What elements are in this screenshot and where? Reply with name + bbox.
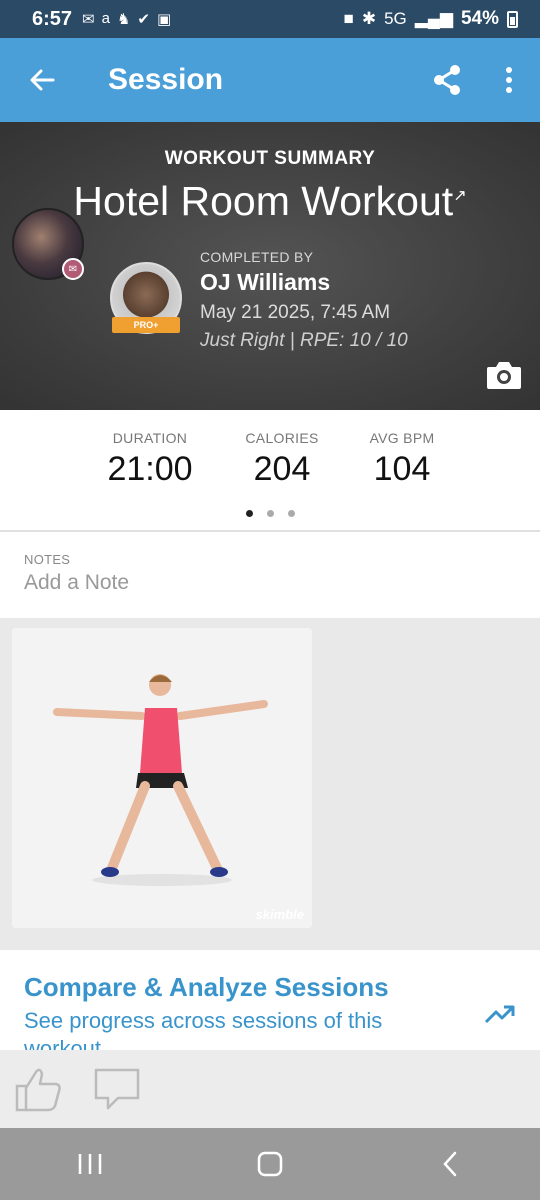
app-bar: Session	[0, 38, 540, 122]
stat-value: 204	[253, 450, 311, 488]
workout-gallery: skimble	[0, 618, 540, 950]
stat-value: 21:00	[107, 450, 193, 488]
page-dot	[287, 510, 295, 517]
social-action-bar	[0, 1050, 540, 1128]
stat-avg-bpm: AVG BPM 104	[352, 430, 452, 489]
steps-icon: ♞	[116, 11, 131, 28]
exercise-photo[interactable]: skimble	[12, 628, 312, 928]
stat-duration: DURATION 21:00	[100, 430, 200, 489]
stat-calories: CALORIES 204	[232, 430, 332, 489]
page-dot	[266, 510, 274, 517]
pro-badge: PRO+	[112, 317, 180, 333]
signal-icon: ▂▄▆	[414, 9, 453, 28]
share-button[interactable]	[416, 38, 478, 122]
outlook-icon: ✉	[82, 11, 95, 28]
thumbs-up-icon	[15, 1068, 61, 1112]
status-bar: 6:57 ✉ a ♞ ✔ ▣ ■ ✱ 5G ▂▄▆ 54%	[0, 0, 540, 38]
recent-apps-button[interactable]	[40, 1128, 140, 1200]
add-photo-button[interactable]	[486, 360, 522, 390]
workout-title-link[interactable]: Hotel Room Workout↗	[0, 178, 540, 225]
image-icon: ▣	[156, 11, 172, 28]
battery-icon	[507, 10, 518, 28]
lock-icon: ■	[343, 9, 354, 28]
user-name[interactable]: OJ Williams	[200, 269, 408, 296]
session-stats[interactable]: DURATION 21:00 CALORIES 204 AVG BPM 104	[0, 410, 540, 530]
exercise-figure-illustration	[12, 628, 312, 928]
arrow-left-icon	[30, 69, 55, 91]
rpe-rating: Just Right | RPE: 10 / 10	[200, 330, 408, 351]
like-button[interactable]	[14, 1064, 64, 1114]
skimble-watermark: skimble	[255, 907, 304, 922]
comment-button[interactable]	[92, 1064, 142, 1114]
trending-up-icon	[484, 1005, 515, 1024]
system-back-button[interactable]	[400, 1128, 500, 1200]
compare-subtitle: See progress across sessions of this wor…	[24, 1008, 383, 1050]
notes-label: NOTES	[24, 552, 71, 567]
chevron-left-icon	[443, 1151, 457, 1177]
completed-by-label: COMPLETED BY	[200, 249, 314, 265]
completed-date: May 21 2025, 7:45 AM	[200, 302, 391, 323]
bluetooth-icon: ✱	[361, 9, 377, 28]
compare-title: Compare & Analyze Sessions	[24, 972, 389, 1002]
back-button[interactable]	[0, 38, 84, 122]
system-nav-bar	[0, 1128, 540, 1200]
home-button[interactable]	[220, 1128, 320, 1200]
stat-label: AVG BPM	[369, 430, 435, 446]
page-dot	[245, 510, 253, 517]
stat-label: CALORIES	[245, 430, 319, 446]
comment-icon	[94, 1068, 140, 1110]
stat-label: DURATION	[112, 430, 188, 446]
stat-value: 104	[373, 450, 431, 488]
recent-apps-icon	[78, 1154, 102, 1174]
network-label: 5G	[384, 9, 407, 28]
share-icon	[434, 65, 460, 95]
page-title: Session	[108, 63, 224, 96]
workout-summary-header: WORKOUT SUMMARY Hotel Room Workout↗ ✉ PR…	[0, 122, 540, 410]
external-link-icon: ↗	[453, 187, 467, 205]
accessibility-text-icon: a	[101, 10, 110, 27]
home-icon	[257, 1151, 283, 1177]
more-vertical-icon	[506, 67, 512, 93]
message-badge-icon: ✉	[62, 258, 84, 280]
completed-by-block: COMPLETED BY OJ Williams May 21 2025, 7:…	[200, 249, 408, 352]
notes-section: NOTES Add a Note	[0, 532, 540, 618]
battery-percent: 54%	[460, 8, 499, 29]
camera-icon	[487, 362, 521, 389]
workout-title: Hotel Room Workout	[73, 178, 454, 224]
workout-summary-label: WORKOUT SUMMARY	[164, 148, 376, 169]
compare-sessions-card[interactable]: Compare & Analyze Sessions See progress …	[0, 950, 540, 1050]
status-time: 6:57	[32, 7, 73, 30]
check-circle-icon: ✔	[137, 11, 150, 28]
more-options-button[interactable]	[478, 38, 540, 122]
add-note-field[interactable]: Add a Note	[24, 571, 516, 595]
page-indicator	[0, 510, 540, 517]
